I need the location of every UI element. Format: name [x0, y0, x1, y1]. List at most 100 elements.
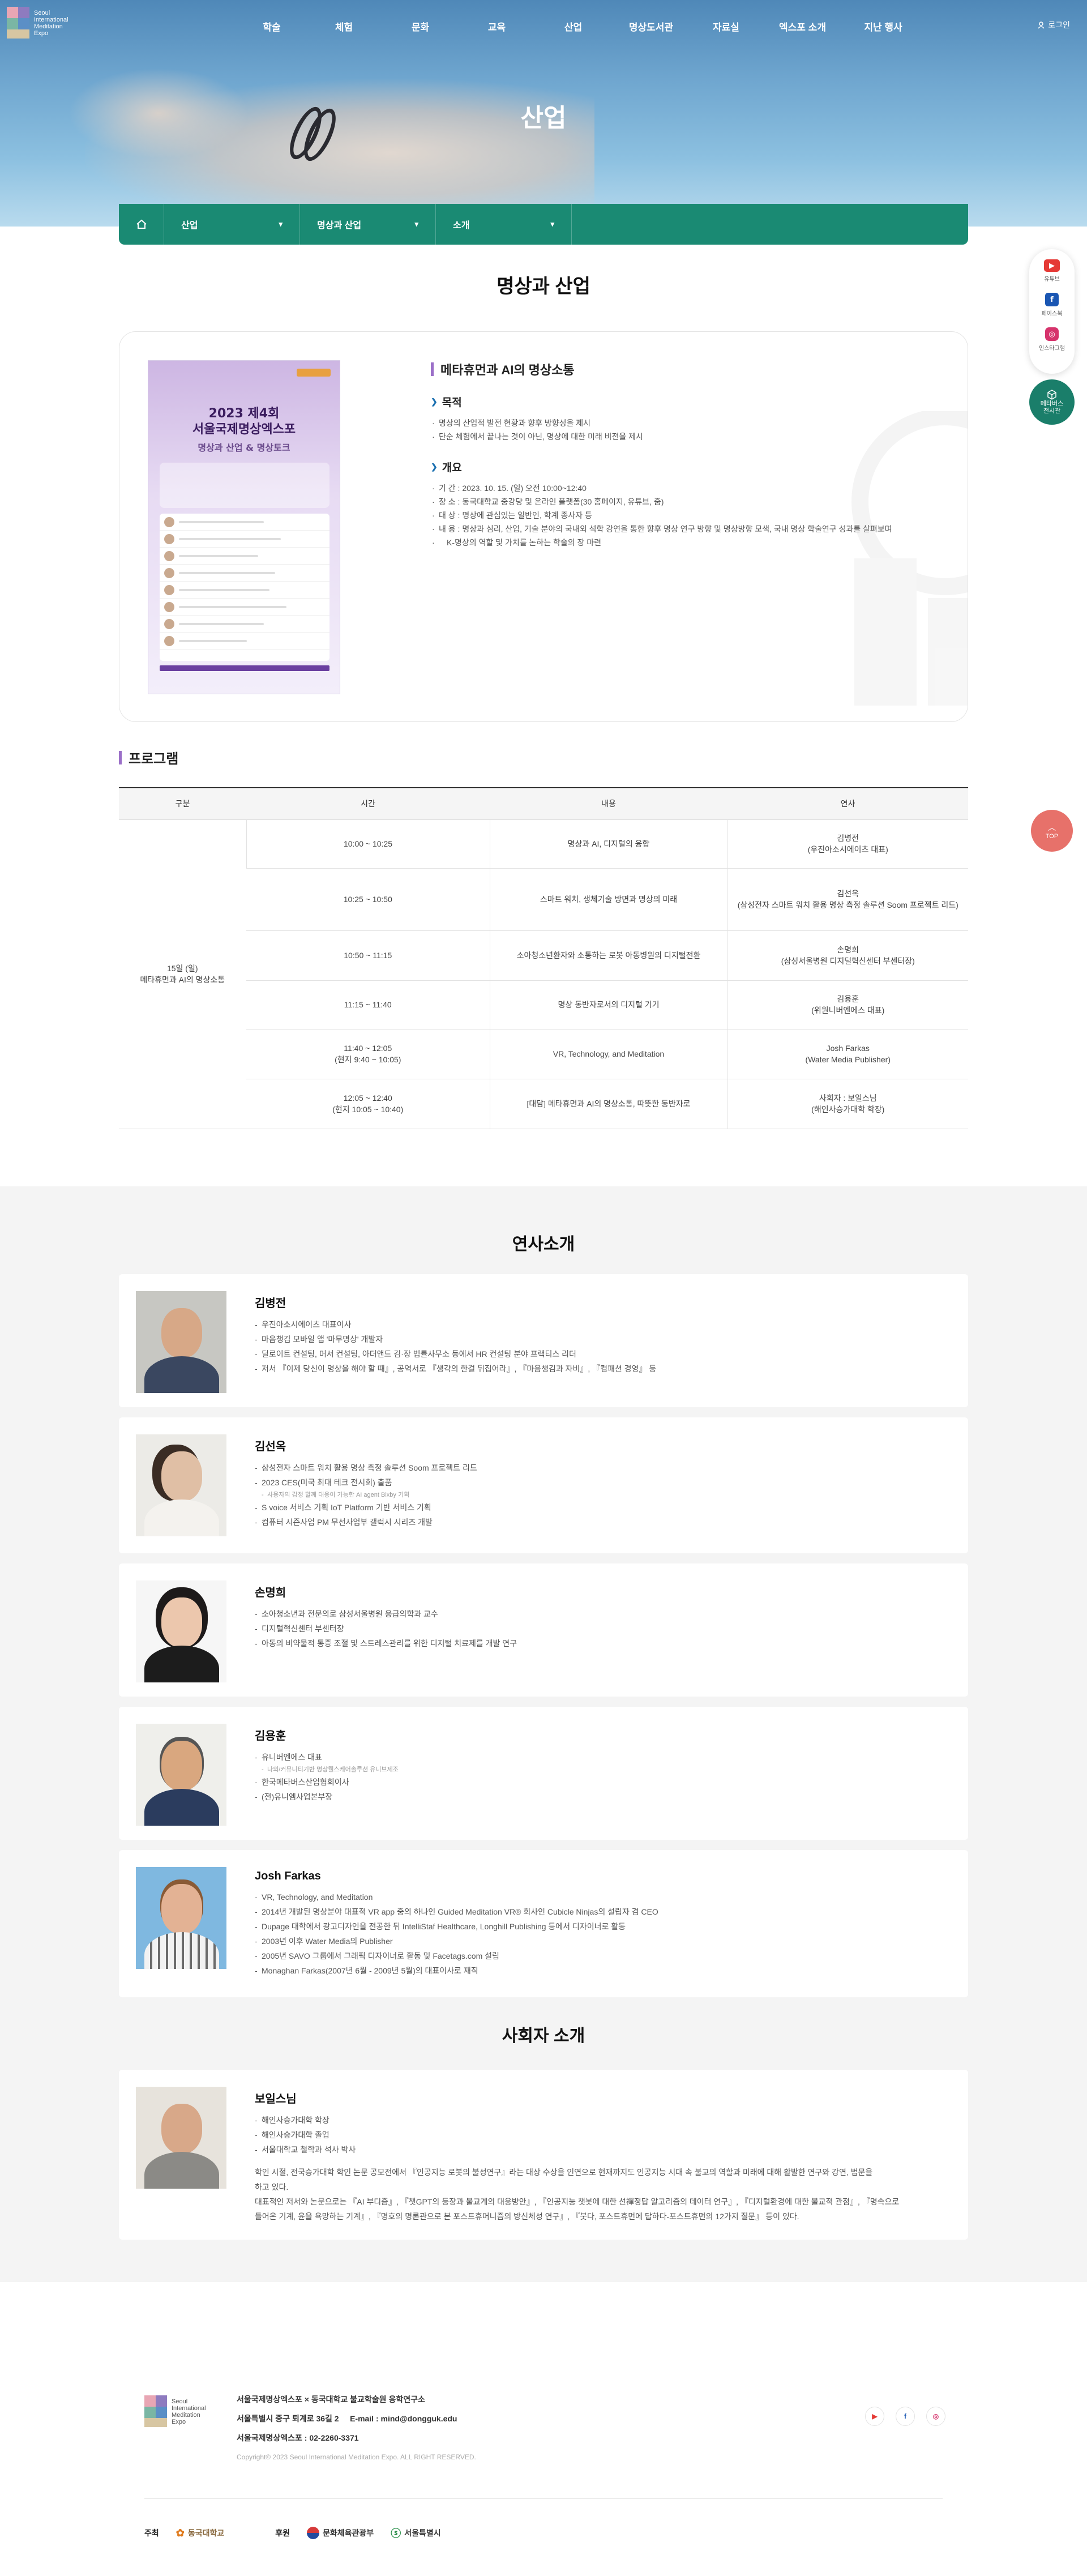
logo-mark-icon	[144, 2395, 168, 2428]
footer-info: 서울국제명상엑스포 × 동국대학교 불교학술원 응학연구소 서울특별시 중구 퇴…	[237, 2390, 476, 2467]
nav-item-past-events[interactable]: 지난 행사	[844, 19, 923, 33]
nav-item-academic[interactable]: 학술	[238, 19, 306, 33]
nav-item-about-expo[interactable]: 엑스포 소개	[761, 19, 844, 33]
speaker-cell: 손명희 (삼성서울병원 디지털혁신센터 부센터장)	[727, 930, 968, 981]
moderator-bio-line: 학인 시절, 전국승가대학 학인 논문 공모전에서 『인공지능 로봇의 불성연구…	[255, 2168, 873, 2177]
overview-item: 대 상 : 명상에 관심있는 일반인, 학계 종사자 등	[431, 509, 918, 522]
quick-instagram[interactable]: ◎ 인스타그램	[1039, 327, 1065, 352]
nav-item-education[interactable]: 교육	[459, 19, 535, 33]
speaker-photo	[136, 1291, 226, 1393]
nav-item-industry[interactable]: 산업	[535, 19, 611, 33]
moderator-bio-line: 들어온 기계, 윤을 욕망하는 기계』, 『명호의 명론관으로 본 포스트휴머니…	[255, 2212, 799, 2221]
login-label: 로그인	[1048, 20, 1070, 29]
host-dongguk-logo[interactable]: ✿ 동국대학교	[176, 2527, 225, 2539]
quick-label: 페이스북	[1041, 311, 1063, 317]
speaker-cell: 김선옥 (삼성전자 스마트 워치 활용 명상 측정 솔루션 Soom 프로젝트 …	[727, 868, 968, 931]
speaker-photo	[136, 1434, 226, 1536]
overview-title: 개요	[442, 462, 462, 474]
chevron-right-icon: ❯	[431, 397, 438, 406]
site-logo[interactable]: Seoul International Meditation Expo	[7, 7, 69, 40]
footer-email[interactable]: E-mail : mind@dongguk.edu	[350, 2414, 457, 2423]
speaker-detail: 2023 CES(미국 최대 테크 전시회) 출품	[255, 1475, 934, 1490]
content-cell: 명상 동반자로서의 디지털 기기	[489, 980, 727, 1029]
overview-heading: ❯ 개요	[431, 459, 918, 475]
speaker-cell: 김용훈 (위원니버엔에스 대표)	[727, 980, 968, 1029]
speaker-detail: 마음챙김 모바일 앱 '마무명상' 개발자	[255, 1332, 934, 1347]
metaverse-hall-button[interactable]: 메타버스 전시관	[1029, 379, 1075, 425]
page-title: 명상과 산업	[497, 276, 590, 297]
metaverse-label: 메타버스	[1040, 400, 1064, 407]
footer-phone: 서울국제명상엑스포 : 02-2260-3371	[237, 2433, 359, 2442]
footer-org: 서울국제명상엑스포 × 동국대학교 불교학술원 응학연구소	[237, 2395, 425, 2404]
moderator-card: 보일스님 해인사승가대학 학장 해인사승가대학 졸업 서울대학교 철학과 석사 …	[119, 2070, 968, 2240]
instagram-icon: ◎	[1045, 327, 1059, 341]
breadcrumb-depth1[interactable]: 산업 ▾	[164, 204, 300, 245]
intro-text: 메타휴먼과 AI의 명상소통 ❯ 목적 명상의 산업적 발전 현황과 향후 방향…	[431, 360, 918, 549]
speaker-detail: 한국메타버스산업협회이사	[255, 1775, 934, 1789]
time-cell: 11:15 ~ 11:40	[246, 980, 490, 1029]
heading-bar	[431, 362, 434, 376]
nav-item-culture[interactable]: 문화	[382, 19, 459, 33]
table-row: 10:25 ~ 10:50 스마트 워치, 생체기술 방면과 명상의 미래 김선…	[119, 868, 968, 931]
logo-mark-icon	[7, 7, 31, 40]
speaker-detail: 소아청소년과 전문의로 삼성서울병원 응급의학과 교수	[255, 1607, 934, 1621]
speaker-card: Josh Farkas VR, Technology, and Meditati…	[119, 1850, 968, 1997]
top-label: TOP	[1045, 833, 1059, 840]
logo-text: Seoul International Meditation Expo	[172, 2398, 206, 2425]
speaker-cell: 김병전 (우진아소시에이츠 대표)	[727, 819, 968, 869]
footer-divider	[144, 2498, 943, 2499]
sponsor-seoul-logo[interactable]: ⓢ 서울특별시	[391, 2526, 440, 2540]
footer-logo[interactable]: Seoul International Meditation Expo	[144, 2395, 206, 2428]
chevron-down-icon: ▾	[414, 220, 418, 228]
login-link[interactable]: 로그인	[1038, 19, 1070, 31]
facebook-icon[interactable]: f	[896, 2407, 915, 2426]
youtube-icon[interactable]: ▶	[865, 2407, 884, 2426]
poster-logo	[297, 369, 331, 377]
speaker-detail: (전)유니엠사업본부장	[255, 1789, 934, 1804]
content-cell: 소아청소년환자와 소통하는 로봇 아동병원의 디지털전환	[489, 930, 727, 981]
speaker-detail-note: 사용자의 감정 할께 대응이 가능한 AI agent Bixby 기획	[255, 1490, 934, 1500]
logo-text: Seoul International Meditation Expo	[34, 10, 69, 37]
hero-title: 산업	[520, 104, 567, 132]
time-cell: 12:05 ~ 12:40 (현지 10:05 ~ 10:40)	[246, 1079, 490, 1129]
time-cell: 10:00 ~ 10:25	[246, 819, 490, 869]
speaker-detail: 2014년 개발된 명상분야 대표적 VR app 중의 하나인 Guided …	[255, 1904, 934, 1919]
overview-item: 장 소 : 동국대학교 중강당 및 온라인 플랫폼(30 홈페이지, 유튜브, …	[431, 495, 918, 509]
moderator-photo	[136, 2087, 226, 2189]
poster-schedule	[160, 514, 329, 661]
home-button[interactable]	[119, 204, 164, 245]
instagram-icon[interactable]: ◎	[926, 2407, 945, 2426]
metaverse-label: 전시관	[1043, 408, 1061, 415]
speaker-photo	[136, 1867, 226, 1969]
sponsor-label: 후원	[275, 2528, 290, 2537]
seoul-logo-icon: ⓢ	[391, 2528, 401, 2539]
nav-item-experience[interactable]: 체험	[306, 19, 382, 33]
scroll-top-button[interactable]: ︿ TOP	[1031, 810, 1073, 852]
content-cell: 스마트 워치, 생체기술 방면과 명상의 미래	[489, 868, 727, 931]
speaker-detail: 컴퓨터 시즌사업 PM 무선사업부 갤럭시 시리즈 개발	[255, 1515, 934, 1530]
breadcrumb-depth3[interactable]: 소개 ▾	[436, 204, 572, 245]
chevron-down-icon: ▾	[279, 220, 283, 228]
youtube-icon: ▶	[1044, 259, 1060, 272]
purpose-item: 명상의 산업적 발전 현황과 향후 방향성을 제시	[431, 416, 918, 430]
speaker-photo	[136, 1724, 226, 1826]
breadcrumb-label: 산업	[181, 221, 198, 230]
program-heading: 프로그램	[119, 747, 178, 767]
table-row: 10:50 ~ 11:15 소아청소년환자와 소통하는 로봇 아동병원의 디지털…	[119, 930, 968, 981]
breadcrumb-depth2[interactable]: 명상과 산업 ▾	[300, 204, 436, 245]
speaker-name: 김용훈	[255, 1730, 286, 1742]
speaker-detail: 디지털혁신센터 부센터장	[255, 1621, 934, 1636]
speakers-title: 연사소개	[512, 1235, 575, 1254]
sponsor-mcst-logo[interactable]: 문화체육관광부	[307, 2527, 374, 2539]
content-cell: 명상과 AI, 디지털의 융합	[489, 819, 727, 869]
poster-title: 2023 제4회 서울국제명상엑스포	[192, 407, 296, 437]
overview-list: 기 간 : 2023. 10. 15. (일) 오전 10:00~12:40 장…	[431, 481, 918, 549]
speaker-photo	[136, 1580, 226, 1682]
nav-item-archive[interactable]: 자료실	[691, 19, 761, 33]
hero-banner: Seoul International Meditation Expo 학술 체…	[0, 0, 1087, 227]
speaker-detail: 삼성전자 스마트 워치 활용 명상 측정 솔루션 Soom 프로젝트 리드	[255, 1460, 934, 1475]
nav-item-library[interactable]: 명상도서관	[611, 19, 691, 33]
chevron-down-icon: ▾	[550, 220, 554, 228]
table-row: 11:15 ~ 11:40 명상 동반자로서의 디지털 기기 김용훈 (위원니버…	[119, 980, 968, 1029]
column-header: 연사	[727, 787, 968, 820]
